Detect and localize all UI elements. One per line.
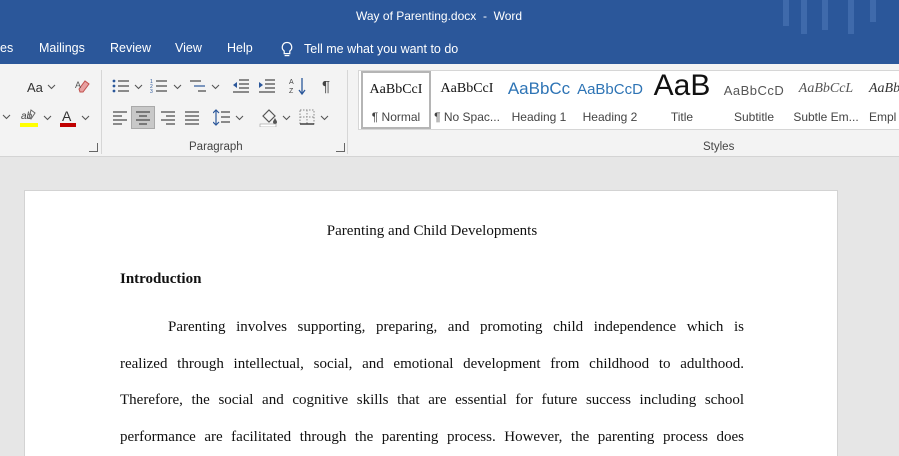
svg-text:A: A	[75, 80, 81, 90]
paragraph-line: Parenting involves supporting, preparing…	[168, 319, 744, 335]
font-color-button[interactable]: A	[58, 107, 78, 129]
style-heading-2[interactable]: AaBbCcD Heading 2	[575, 71, 645, 129]
style-emphasis[interactable]: AaBb Empl	[864, 71, 899, 129]
style-normal[interactable]: AaBbCcI ¶ Normal	[361, 71, 431, 129]
document-canvas: Parenting and Child Developments Introdu…	[0, 158, 899, 456]
style-preview: AaBbCcI	[369, 82, 423, 97]
tab-help[interactable]: Help	[227, 41, 253, 55]
paragraph-group-label: Paragraph	[189, 141, 243, 153]
svg-text:Z: Z	[289, 88, 294, 95]
document-page[interactable]: Parenting and Child Developments Introdu…	[24, 190, 838, 456]
group-separator	[101, 70, 102, 154]
font-size-label: Aa	[27, 79, 43, 95]
paragraph-line: realized through intellectual, social, a…	[120, 356, 744, 372]
text-highlight-button[interactable]: ab	[18, 107, 40, 129]
paragraph-line: performance are facilitated through the …	[120, 429, 744, 445]
style-preview: AaBbCc	[507, 79, 571, 98]
chevron-down-icon[interactable]	[235, 115, 244, 121]
tab-view[interactable]: View	[175, 41, 202, 55]
style-name: ¶ Normal	[371, 110, 421, 124]
clear-formatting-icon[interactable]: A	[74, 77, 92, 95]
chevron-down-icon[interactable]	[43, 115, 52, 121]
tab-references[interactable]: es	[0, 41, 13, 55]
style-title[interactable]: AaB Title	[647, 71, 717, 129]
chevron-down-icon[interactable]	[282, 115, 291, 121]
align-center-button[interactable]	[131, 106, 155, 129]
borders-icon[interactable]	[299, 109, 315, 125]
decrease-indent-icon[interactable]	[232, 78, 250, 94]
paragraph-dialog-launcher[interactable]	[336, 143, 345, 152]
title-bar: Way of Parenting.docx - Word	[0, 0, 899, 34]
paragraph-line: Therefore, the social and cognitive skil…	[120, 392, 744, 408]
style-subtle-emphasis[interactable]: AaBbCcL Subtle Em...	[790, 71, 862, 129]
title-bar-decoration	[801, 0, 807, 34]
tab-mailings[interactable]: Mailings	[39, 41, 85, 55]
multilevel-list-icon[interactable]	[189, 78, 207, 94]
ribbon: Aa A ab A 1 2 3 A Z ¶ Paragraph AaBbCcI …	[0, 64, 899, 157]
window-title: Way of Parenting.docx - Word	[356, 9, 523, 23]
chevron-down-icon[interactable]	[81, 115, 90, 121]
numbering-icon[interactable]: 1 2 3	[150, 78, 168, 94]
style-name: Subtitle	[733, 110, 775, 124]
svg-text:3: 3	[150, 89, 153, 94]
style-subtitle[interactable]: AaBbCcD Subtitle	[719, 71, 789, 129]
shading-icon[interactable]	[259, 108, 279, 127]
style-name: ¶ No Spac...	[434, 110, 500, 124]
chevron-down-icon[interactable]	[211, 84, 220, 90]
style-preview: AaBb	[869, 81, 899, 96]
styles-gallery: AaBbCcI ¶ Normal AaBbCcI ¶ No Spac... Aa…	[358, 70, 899, 130]
highlighter-icon: ab	[20, 109, 38, 127]
title-bar-decoration	[783, 0, 789, 26]
chevron-down-icon[interactable]	[134, 84, 143, 90]
change-case-button[interactable]: Aa	[27, 78, 56, 96]
title-bar-decoration	[870, 0, 876, 22]
styles-group-label: Styles	[703, 141, 735, 153]
lightbulb-icon	[281, 41, 293, 56]
document-title: Parenting and Child Developments	[326, 223, 538, 239]
chevron-down-icon[interactable]	[173, 84, 182, 90]
align-left-icon[interactable]	[112, 110, 128, 125]
style-name: Title	[670, 110, 694, 124]
ribbon-tabs: es Mailings Review View Help Tell me wha…	[0, 34, 899, 64]
chevron-down-icon[interactable]	[2, 114, 11, 120]
svg-text:A: A	[62, 108, 72, 124]
style-name: Empl	[869, 110, 897, 124]
title-bar-decoration	[848, 0, 854, 34]
style-heading-1[interactable]: AaBbCc Heading 1	[504, 71, 574, 129]
align-center-icon	[136, 111, 150, 125]
increase-indent-icon[interactable]	[258, 78, 276, 94]
tab-review[interactable]: Review	[110, 41, 151, 55]
section-heading: Introduction	[120, 271, 202, 287]
style-preview: AaBbCcD	[723, 83, 785, 98]
line-spacing-icon[interactable]	[213, 109, 231, 126]
sort-icon[interactable]: A Z	[289, 76, 307, 96]
tell-me-search[interactable]: Tell me what you want to do	[280, 39, 458, 59]
svg-text:¶: ¶	[322, 78, 330, 94]
title-bar-decoration	[822, 0, 828, 30]
style-preview: AaBbCcI	[440, 81, 494, 96]
align-right-icon[interactable]	[160, 110, 176, 125]
group-separator	[347, 70, 348, 154]
svg-text:A: A	[289, 79, 294, 86]
justify-icon[interactable]	[184, 110, 200, 125]
style-name: Heading 1	[511, 110, 567, 124]
pilcrow-icon[interactable]: ¶	[321, 77, 335, 94]
style-preview: AaBbCcL	[798, 81, 854, 96]
style-name: Heading 2	[582, 110, 638, 124]
chevron-down-icon	[47, 84, 56, 90]
tell-me-text: Tell me what you want to do	[304, 42, 459, 56]
style-name: Subtle Em...	[793, 110, 859, 124]
font-dialog-launcher[interactable]	[89, 143, 98, 152]
bullets-icon[interactable]	[112, 78, 130, 94]
style-no-spacing[interactable]: AaBbCcI ¶ No Spac...	[432, 71, 502, 129]
chevron-down-icon[interactable]	[320, 115, 329, 121]
font-color-icon: A	[60, 108, 76, 127]
style-preview: AaBbCcD	[577, 81, 643, 98]
style-preview: AaB	[653, 71, 711, 102]
